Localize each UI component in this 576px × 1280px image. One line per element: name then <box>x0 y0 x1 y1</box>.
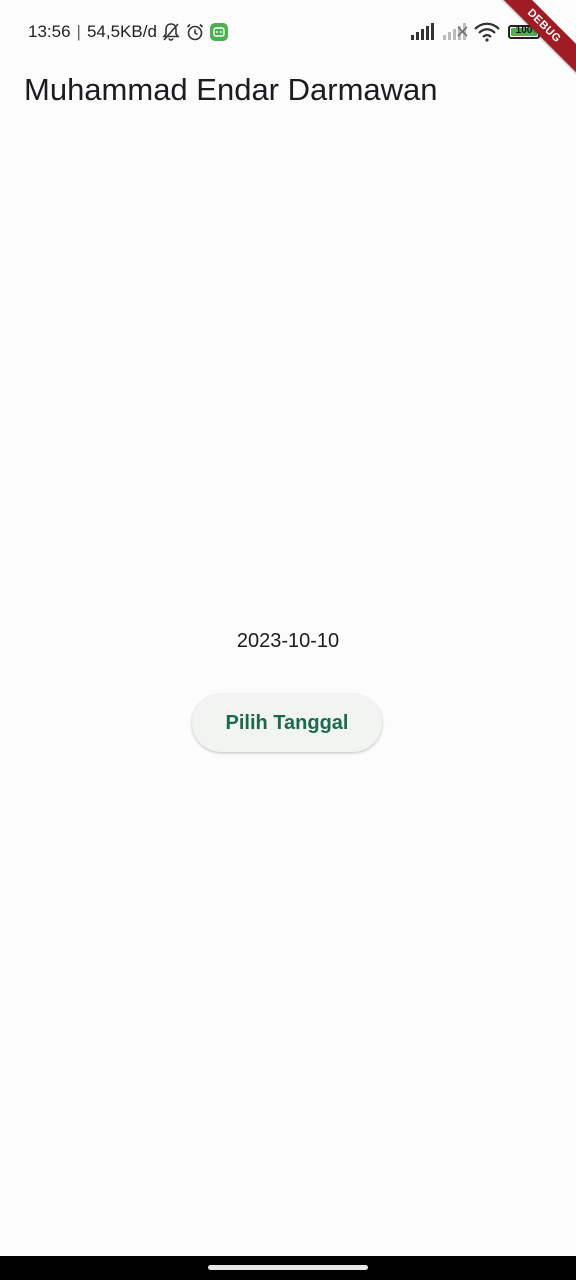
status-time: 13:56 <box>28 22 71 41</box>
battery-level: 100 <box>515 25 533 36</box>
alarm-icon <box>185 22 205 42</box>
page-title: Muhammad Endar Darmawan <box>24 72 438 107</box>
main-content: 2023-10-10 Pilih Tanggal <box>0 120 576 1256</box>
status-right: 100 <box>404 20 543 44</box>
status-bar: 13:56 | 54,5KB/d 100 <box>0 0 576 64</box>
app-bar: Muhammad Endar Darmawan <box>0 64 576 120</box>
wifi-icon <box>474 22 500 42</box>
status-left: 13:56 | 54,5KB/d <box>28 20 229 44</box>
battery-icon: 100 <box>508 25 543 39</box>
pick-date-button[interactable]: Pilih Tanggal <box>192 694 382 752</box>
status-separator: | <box>76 22 81 41</box>
battery-cap <box>540 30 543 35</box>
network-speed: 54,5KB/d <box>86 22 157 41</box>
navigation-bar <box>0 1256 576 1280</box>
home-indicator[interactable] <box>208 1265 368 1270</box>
selected-date-text: 2023-10-10 <box>236 630 340 652</box>
signal-icon <box>410 23 436 41</box>
signal-icon-secondary <box>442 23 468 41</box>
bell-off-icon <box>161 22 181 42</box>
app-notification-icon <box>209 22 229 42</box>
